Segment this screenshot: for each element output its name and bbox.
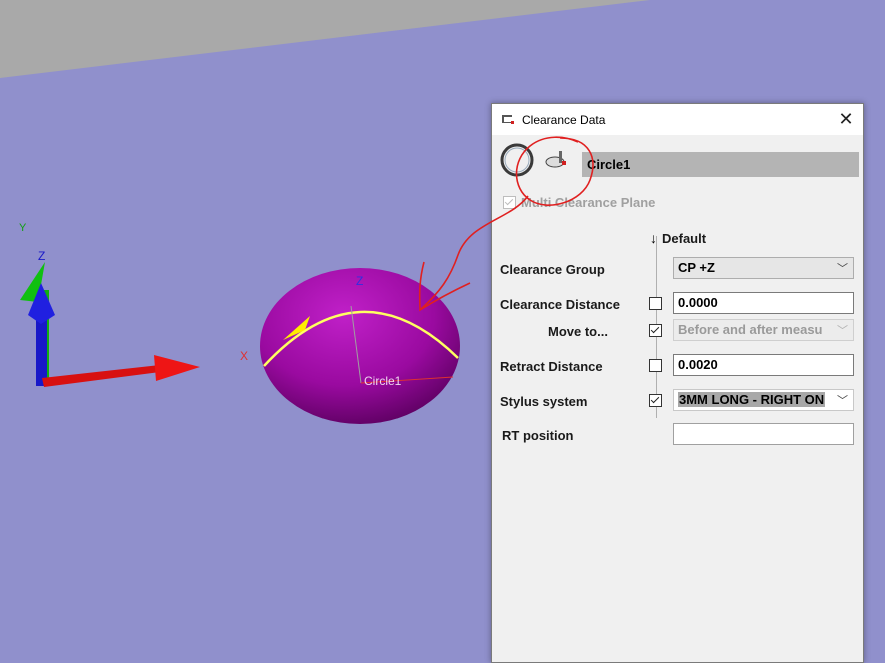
clearance-data-dialog: Clearance Data ✕ Circle1 Multi Clearance… <box>491 103 864 663</box>
clearance-group-select[interactable]: CP +Z ﹀ <box>673 257 854 279</box>
triad-z-label: Z <box>38 249 45 263</box>
feature-name-field[interactable]: Circle1 <box>582 152 859 177</box>
stylus-system-value: 3MM LONG - RIGHT ON <box>678 392 826 407</box>
rt-position-label: RT position <box>502 428 574 443</box>
circle-feature-model[interactable]: Z X Circle1 <box>240 268 460 424</box>
clearance-group-label: Clearance Group <box>500 262 605 277</box>
background-plane <box>0 0 650 78</box>
stylus-system-default-checkbox[interactable] <box>649 394 662 407</box>
sphere-shape <box>260 268 460 424</box>
move-to-value: Before and after measu <box>678 322 823 337</box>
multi-clearance-plane-label: Multi Clearance Plane <box>521 195 656 210</box>
retract-distance-default-checkbox[interactable] <box>649 359 662 372</box>
x-axis-arrow-head <box>154 355 200 381</box>
feature-name-label: Circle1 <box>364 374 402 388</box>
circle-feature-icon <box>500 143 534 177</box>
move-to-default-checkbox[interactable] <box>649 324 662 337</box>
axis-triad: Y Z <box>19 222 200 387</box>
stylus-system-label: Stylus system <box>500 394 588 409</box>
feature-x-label: X <box>240 349 248 363</box>
retract-distance-input[interactable]: 0.0020 <box>673 354 854 376</box>
stylus-system-select[interactable]: 3MM LONG - RIGHT ON ﹀ <box>673 389 854 411</box>
dialog-app-icon <box>502 115 514 124</box>
chevron-down-icon: ﹀ <box>837 263 848 275</box>
multi-clearance-plane-checkbox[interactable] <box>503 196 516 209</box>
dialog-title: Clearance Data <box>522 113 606 127</box>
clearance-probe-icon[interactable] <box>544 149 570 171</box>
feature-z-label: Z <box>356 274 363 288</box>
close-icon[interactable]: ✕ <box>829 104 863 135</box>
default-header-arrow-icon: ↓ <box>650 230 657 246</box>
move-to-label: Move to... <box>548 324 608 339</box>
x-axis-arrow-shaft <box>42 365 160 387</box>
clearance-distance-default-checkbox[interactable] <box>649 297 662 310</box>
dialog-titlebar[interactable]: Clearance Data ✕ <box>492 104 863 135</box>
chevron-down-icon: ﹀ <box>837 325 848 337</box>
triad-y-label: Y <box>19 222 27 234</box>
move-to-select[interactable]: Before and after measu ﹀ <box>673 319 854 341</box>
chevron-down-icon: ﹀ <box>837 395 848 407</box>
rt-position-input[interactable] <box>673 423 854 445</box>
clearance-group-value: CP +Z <box>678 260 715 275</box>
retract-distance-label: Retract Distance <box>500 359 603 374</box>
z-axis-arrow-shaft <box>36 318 47 386</box>
clearance-distance-input[interactable]: 0.0000 <box>673 292 854 314</box>
clearance-distance-label: Clearance Distance <box>500 297 620 312</box>
default-header: Default <box>662 231 707 246</box>
